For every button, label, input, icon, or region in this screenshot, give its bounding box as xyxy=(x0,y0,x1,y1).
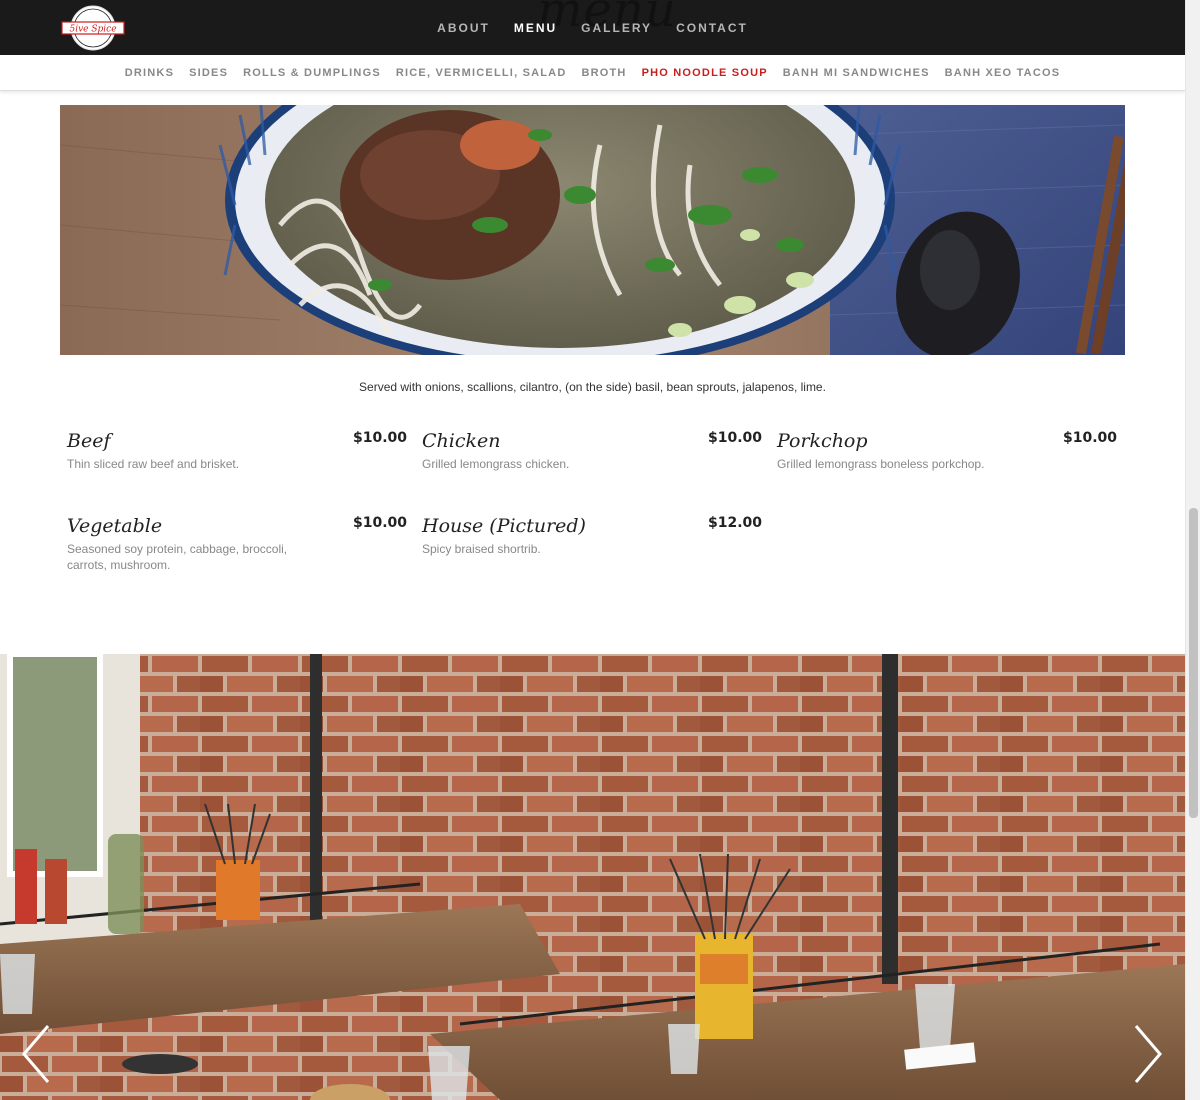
item-price: $10.00 xyxy=(352,515,407,531)
nav-menu[interactable]: MENU xyxy=(502,21,569,35)
category-rice-vermicelli-salad[interactable]: RICE, VERMICELLI, SALAD xyxy=(388,67,574,79)
slideshow-prev-arrow-icon[interactable] xyxy=(18,1022,54,1086)
slideshow-next-arrow-icon[interactable] xyxy=(1130,1022,1166,1086)
pho-bowl-image xyxy=(60,105,1125,355)
item-description: Thin sliced raw beef and brisket. xyxy=(67,457,240,471)
menu-item-beef: Beef $10.00 Thin sliced raw beef and bri… xyxy=(67,430,407,472)
menu-category-nav: DRINKS SIDES ROLLS & DUMPLINGS RICE, VER… xyxy=(0,55,1185,91)
category-drinks[interactable]: DRINKS xyxy=(117,67,181,79)
nav-gallery[interactable]: GALLERY xyxy=(569,21,664,35)
category-rolls-dumplings[interactable]: ROLLS & DUMPLINGS xyxy=(236,67,389,79)
category-pho-noodle-soup[interactable]: PHO NOODLE SOUP xyxy=(634,67,775,79)
restaurant-interior-image xyxy=(0,654,1185,1100)
category-broth[interactable]: BROTH xyxy=(574,67,634,79)
nav-contact[interactable]: CONTACT xyxy=(664,21,760,35)
menu-item-vegetable: Vegetable $10.00 Seasoned soy protein, c… xyxy=(67,515,407,573)
section-note: Served with onions, scallions, cilantro,… xyxy=(359,380,826,394)
category-banh-mi[interactable]: BANH MI SANDWICHES xyxy=(775,67,937,79)
menu-item-chicken: Chicken $10.00 Grilled lemongrass chicke… xyxy=(422,430,762,472)
item-price: $10.00 xyxy=(352,430,407,446)
top-nav-bar: 5ive Spice menu ABOUT MENU GALLERY CONTA… xyxy=(0,0,1185,55)
item-description: Spicy braised shortrib. xyxy=(422,542,541,556)
menu-item-house: House (Pictured) $12.00 Spicy braised sh… xyxy=(422,515,762,557)
item-description: Grilled lemongrass chicken. xyxy=(422,457,570,471)
menu-item-porkchop: Porkchop $10.00 Grilled lemongrass bonel… xyxy=(777,430,1117,472)
page: 5ive Spice menu ABOUT MENU GALLERY CONTA… xyxy=(0,0,1185,1100)
item-price: $12.00 xyxy=(707,515,762,531)
nav-about[interactable]: ABOUT xyxy=(425,21,502,35)
item-price: $10.00 xyxy=(707,430,762,446)
item-description: Grilled lemongrass boneless porkchop. xyxy=(777,457,985,471)
item-price: $10.00 xyxy=(1062,430,1117,446)
category-sides[interactable]: SIDES xyxy=(182,67,236,79)
page-scrollbar[interactable] xyxy=(1185,0,1200,1100)
item-description: Seasoned soy protein, cabbage, broccoli,… xyxy=(67,542,288,572)
main-nav: ABOUT MENU GALLERY CONTACT xyxy=(0,0,1185,55)
category-banh-xeo[interactable]: BANH XEO TACOS xyxy=(937,67,1068,79)
scrollbar-thumb[interactable] xyxy=(1189,508,1198,818)
